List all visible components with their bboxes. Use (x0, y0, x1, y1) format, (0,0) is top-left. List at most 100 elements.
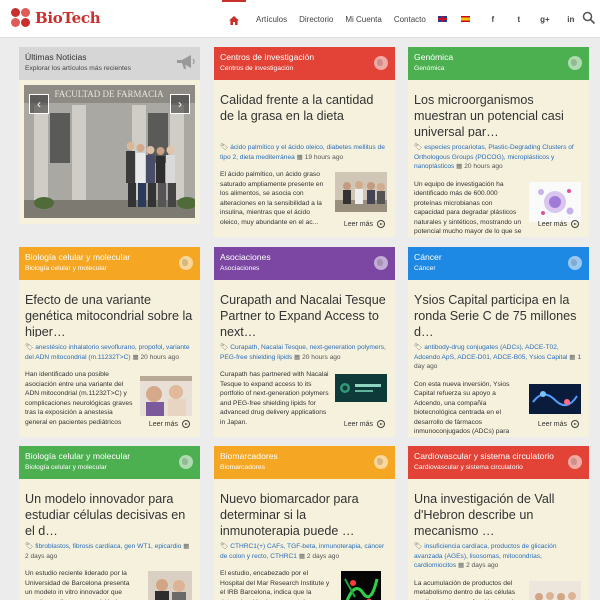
card-excerpt: Un estudio reciente liderado por la Univ… (25, 570, 130, 600)
read-more-link[interactable]: Leer más (538, 420, 579, 428)
read-more-link[interactable]: Leer más (538, 220, 579, 228)
read-more-label: Leer más (148, 420, 178, 428)
read-more-link[interactable]: Leer más (149, 420, 190, 428)
card-title[interactable]: Un modelo innovador para estudiar célula… (19, 479, 200, 536)
arrow-right-icon (377, 420, 385, 428)
card-date: 2 days ago (466, 562, 499, 569)
card-excerpt: Han identificado una posible asociación … (25, 371, 133, 426)
card-category[interactable]: Biología celular y molecular (25, 451, 170, 461)
card-excerpt: El estudio, encabezado por el Hospital d… (220, 570, 330, 600)
card-body: Han identificado una posible asociación … (19, 370, 200, 428)
site-header: BioTech Artículos Directorio Mi Cuenta C… (0, 0, 600, 38)
card-tags: 🏷 fibroblastos, fibrosis cardíaca, gen W… (19, 542, 200, 561)
card-category[interactable]: Biología celular y molecular (25, 252, 170, 262)
card-thumbnail[interactable] (148, 571, 192, 600)
home-icon[interactable] (222, 0, 246, 38)
card-title[interactable]: Calidad frente a la cantidad de la grasa… (214, 80, 395, 137)
card-body: Con esta nueva inversión, Ysios Capital … (408, 380, 589, 438)
card-title[interactable]: Curapath and Nacalai Tesque Partner to E… (214, 280, 395, 337)
card-title[interactable]: Nuevo biomarcador para determinar si la … (214, 479, 395, 536)
tag-links[interactable]: antibody-drug conjugates (ADCs), ADCE-T0… (414, 344, 567, 361)
arrow-right-icon (377, 220, 385, 228)
facebook-icon[interactable]: f (482, 0, 504, 38)
article-card: Biología celular y molecular Biología ce… (19, 446, 200, 600)
card-header: Biología celular y molecular Biología ce… (19, 446, 200, 479)
card-subcategory: Asociaciones (220, 265, 260, 272)
linkedin-icon[interactable]: in (560, 0, 582, 38)
globe-icon (374, 56, 388, 70)
card-excerpt: Con esta nueva inversión, Ysios Capital … (414, 380, 510, 436)
card-excerpt: Un equipo de investigación ha identifica… (414, 180, 522, 236)
card-header: Centros de investigación Centros de inve… (214, 47, 395, 80)
featured-header: Últimas Noticias Explorar los artículos … (19, 47, 200, 80)
english-flag-icon[interactable] (437, 16, 447, 22)
card-tags: 🏷 ácido palmítico y el ácido oleico, dia… (214, 143, 395, 162)
calendar-icon: ▦ (458, 562, 467, 569)
card-thumbnail[interactable] (529, 580, 581, 600)
tag-icon: 🏷 (220, 543, 231, 550)
card-category[interactable]: Cáncer (414, 252, 559, 262)
googleplus-icon[interactable]: g+ (534, 0, 556, 38)
site-logo[interactable]: BioTech (11, 8, 101, 28)
slider-prev-button[interactable]: ‹ (29, 94, 49, 114)
card-subcategory: Cáncer (414, 265, 436, 272)
card-title[interactable]: Efecto de una variante genética mitocond… (19, 280, 200, 337)
card-title[interactable]: Los microorganismos muestran un potencia… (408, 80, 589, 137)
card-title[interactable]: Ysios Capital participa en la ronda Seri… (408, 280, 589, 337)
nav-directorio[interactable]: Directorio (299, 15, 333, 24)
nav-mi-cuenta[interactable]: Mi Cuenta (345, 15, 381, 24)
card-category[interactable]: Biomarcadores (220, 451, 365, 461)
globe-icon (179, 455, 193, 469)
read-more-link[interactable]: Leer más (344, 420, 385, 428)
card-subcategory: Centros de investigación (220, 65, 294, 72)
card-category[interactable]: Asociaciones (220, 252, 365, 262)
card-thumbnail[interactable] (529, 181, 581, 222)
read-more-label: Leer más (537, 420, 567, 428)
nav-contacto[interactable]: Contacto (394, 15, 426, 24)
card-tags: 🏷 antibody-drug conjugates (ADCs), ADCE-… (408, 343, 589, 372)
card-tags: 🏷 anestésico inhalatorio sevoflurano, pr… (19, 343, 200, 362)
tag-icon: 🏷 (220, 344, 231, 351)
card-header: Genómica Genómica (408, 47, 589, 80)
card-category[interactable]: Centros de investigación (220, 52, 365, 62)
arrow-right-icon (571, 420, 579, 428)
card-tags: 🏷 insuficiencia cardíaca, productos de g… (408, 542, 589, 571)
globe-icon (179, 256, 193, 270)
arrow-right-icon (571, 220, 579, 228)
card-thumbnail[interactable] (335, 374, 387, 402)
megaphone-icon (177, 55, 195, 69)
read-more-label: Leer más (343, 220, 373, 228)
featured-subtitle: Explorar los artículos más recientes (25, 65, 131, 72)
card-category[interactable]: Genómica (414, 52, 559, 62)
article-card: Biomarcadores Biomarcadores Nuevo biomar… (214, 446, 395, 600)
globe-icon (568, 256, 582, 270)
nav-articulos[interactable]: Artículos (256, 15, 287, 24)
logo-text: BioTech (35, 9, 101, 27)
twitter-icon[interactable]: t (508, 0, 530, 38)
card-category[interactable]: Cardiovascular y sistema circulatorio (414, 451, 559, 461)
tag-links[interactable]: fibroblastos, fibrosis cardíaca, gen WT1… (35, 543, 181, 550)
read-more-link[interactable]: Leer más (344, 220, 385, 228)
calendar-icon: ▦ (183, 543, 190, 550)
calendar-icon: ▦ (298, 552, 307, 560)
card-header: Biomarcadores Biomarcadores (214, 446, 395, 479)
card-tags: 🏷 Curapath, Nacalai Tesque, next-generat… (214, 343, 395, 362)
card-body: La acumulación de productos del metaboli… (408, 579, 589, 600)
spanish-flag-icon[interactable] (460, 16, 470, 22)
card-tags: 🏷 especies procariotas, Plastic-Degradin… (408, 143, 589, 172)
slider-next-button[interactable]: › (170, 94, 190, 114)
card-thumbnail[interactable] (529, 383, 581, 414)
card-thumbnail[interactable] (140, 376, 192, 416)
card-title[interactable]: Una investigación de Vall d'Hebron descr… (408, 479, 589, 536)
article-card: Genómica Genómica Los microorganismos mu… (408, 47, 589, 237)
card-thumbnail[interactable] (335, 172, 387, 212)
card-header: Cáncer Cáncer (408, 247, 589, 280)
card-excerpt: El ácido palmítico, un ácido graso satur… (220, 171, 324, 226)
card-body: El estudio, encabezado por el Hospital d… (214, 569, 395, 600)
card-body: Un estudio reciente liderado por la Univ… (19, 569, 200, 600)
search-icon[interactable] (582, 11, 596, 25)
card-thumbnail[interactable] (341, 571, 381, 600)
card-tags: 🏷 CTHRC1(+) CAFs, TGF-beta, inmunoterapi… (214, 542, 395, 561)
card-body: Un equipo de investigación ha identifica… (408, 180, 589, 238)
card-excerpt: Curapath has partnered with Nacalai Tesq… (220, 371, 329, 426)
